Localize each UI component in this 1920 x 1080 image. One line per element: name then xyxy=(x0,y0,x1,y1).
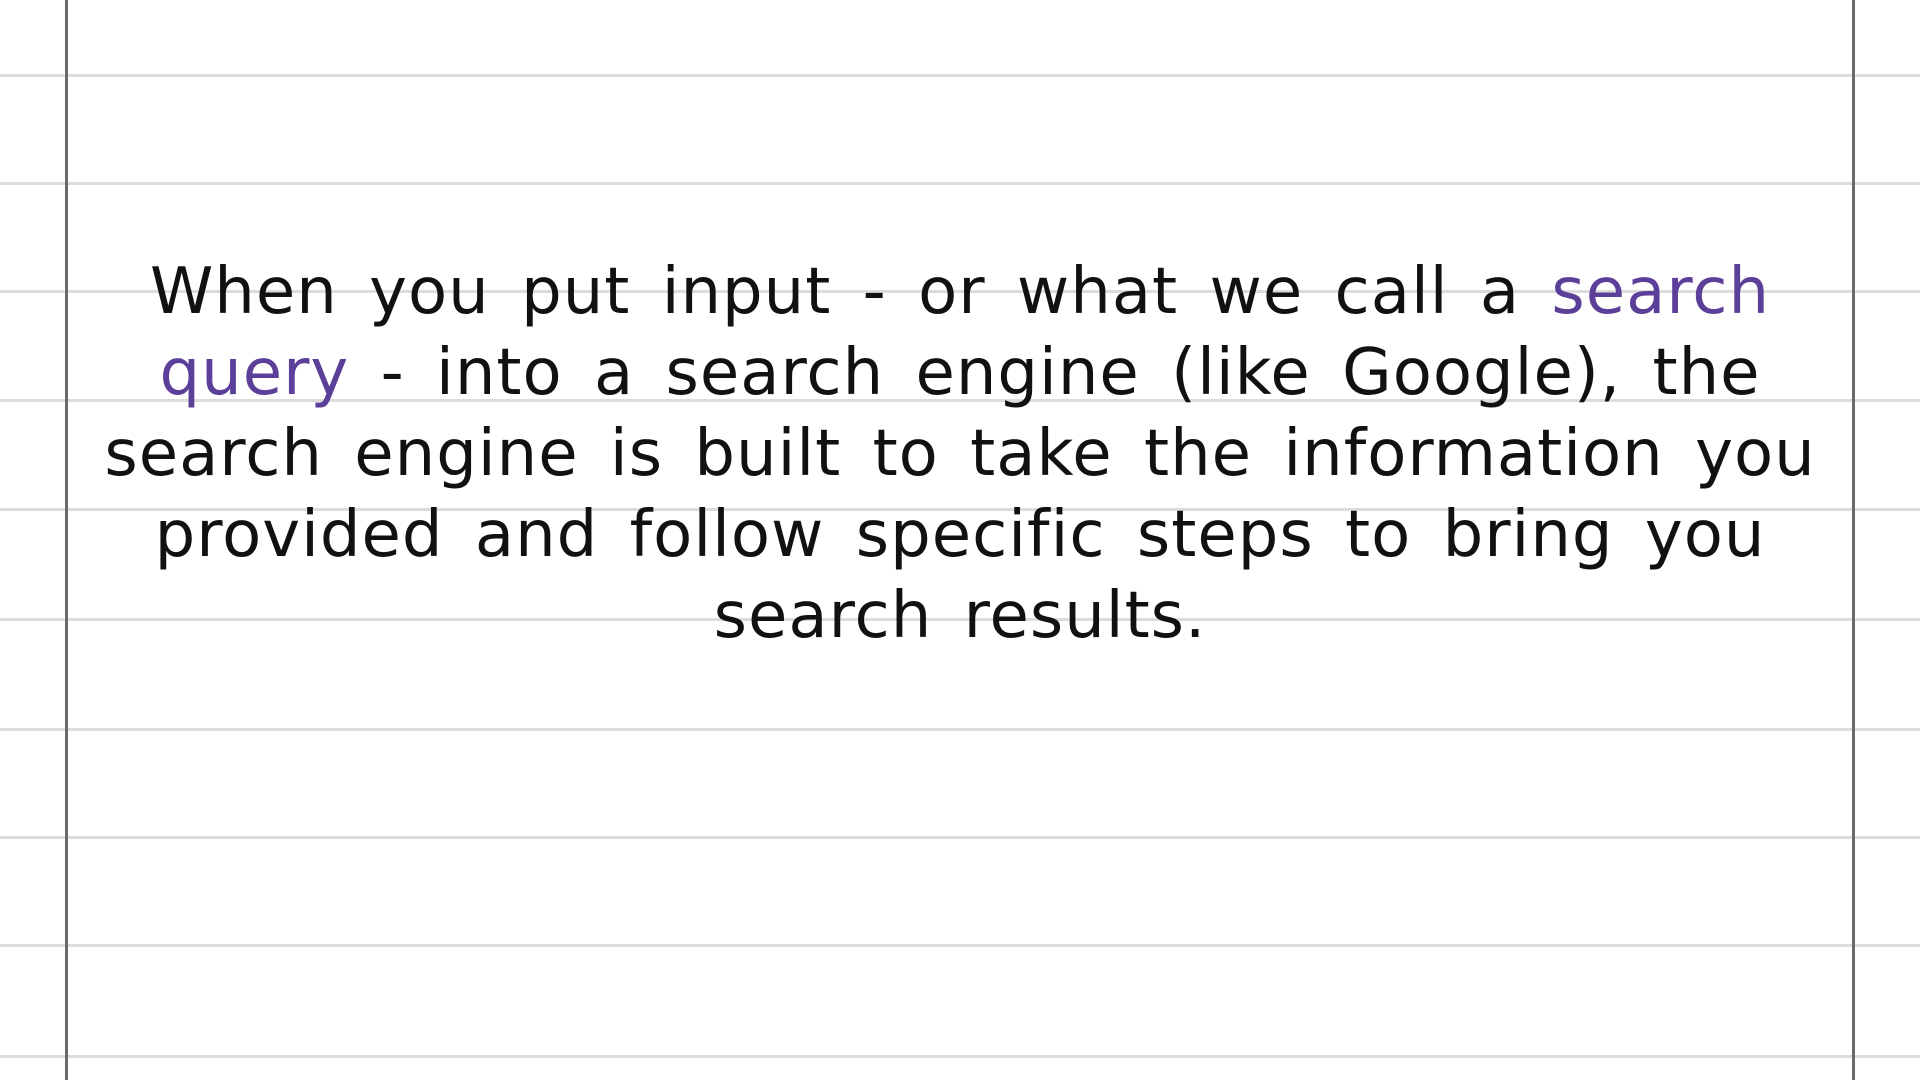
ruled-line xyxy=(0,836,1920,839)
ruled-line xyxy=(0,74,1920,77)
ruled-line xyxy=(0,944,1920,947)
paragraph-text-end: - into a search engine (like Google), th… xyxy=(104,336,1816,653)
right-margin-line xyxy=(1852,0,1855,1080)
paragraph-text-start: When you put input - or what we call a xyxy=(150,255,1552,329)
ruled-line xyxy=(0,1055,1920,1058)
ruled-line xyxy=(0,182,1920,185)
notebook-page: When you put input - or what we call a s… xyxy=(0,0,1920,1080)
left-margin-line xyxy=(65,0,68,1080)
ruled-line xyxy=(0,728,1920,731)
body-paragraph: When you put input - or what we call a s… xyxy=(90,252,1830,657)
